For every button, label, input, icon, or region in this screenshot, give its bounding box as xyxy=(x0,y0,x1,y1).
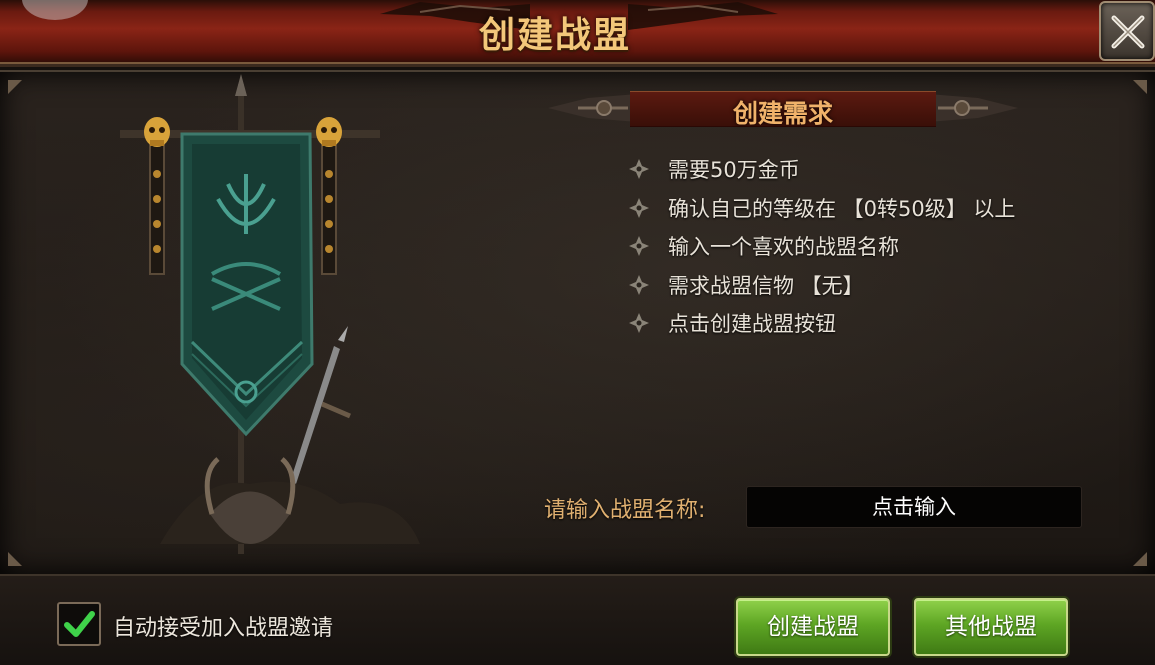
skull-icon xyxy=(316,117,342,147)
list-item: 确认自己的等级在 【0转50级】 以上 xyxy=(628,189,1015,228)
skull-icon xyxy=(144,117,170,147)
diamond-bullet-icon xyxy=(629,313,649,334)
list-item: 需求战盟信物 【无】 xyxy=(628,266,1015,305)
list-item: 需要50万金币 xyxy=(628,150,1015,189)
create-guild-button[interactable]: 创建战盟 xyxy=(736,598,890,656)
requirement-text: 点击创建战盟按钮 xyxy=(668,312,836,337)
list-item: 点击创建战盟按钮 xyxy=(628,304,1015,343)
diamond-bullet-icon xyxy=(629,236,649,257)
diamond-bullet-icon xyxy=(629,274,649,295)
close-button[interactable] xyxy=(1099,1,1155,61)
title-bar: 创建战盟 xyxy=(0,0,1155,67)
requirements-title: 创建需求 xyxy=(732,99,833,128)
auto-accept-checkbox[interactable] xyxy=(57,602,101,646)
diamond-bullet-icon xyxy=(629,197,649,218)
guild-banner-icon xyxy=(120,74,420,554)
corner-ornament xyxy=(1133,80,1147,94)
diamond-bullet-icon xyxy=(629,159,649,180)
requirement-text: 输入一个喜欢的战盟名称 xyxy=(668,235,899,260)
requirement-text: 需要50万金币 xyxy=(668,158,800,183)
corner-ornament xyxy=(8,552,22,566)
guild-name-input[interactable]: 点击输入 xyxy=(746,486,1082,528)
list-item: 输入一个喜欢的战盟名称 xyxy=(628,227,1015,266)
requirement-text: 确认自己的等级在 【0转50级】 以上 xyxy=(668,196,1016,221)
requirements-list: 需要50万金币 确认自己的等级在 【0转50级】 以上 输入一个喜欢的战盟名称 … xyxy=(628,150,1015,343)
other-guilds-button[interactable]: 其他战盟 xyxy=(914,598,1068,656)
close-icon xyxy=(1111,15,1145,49)
requirements-header: 创建需求 xyxy=(548,86,1018,130)
auto-accept-label[interactable]: 自动接受加入战盟邀请 xyxy=(113,610,333,642)
guild-name-label: 请输入战盟名称: xyxy=(544,498,706,523)
corner-ornament xyxy=(1133,552,1147,566)
requirement-text: 需求战盟信物 【无】 xyxy=(668,273,864,298)
page-title: 创建战盟 xyxy=(478,15,631,56)
corner-ornament xyxy=(8,80,22,94)
check-icon xyxy=(64,611,95,637)
